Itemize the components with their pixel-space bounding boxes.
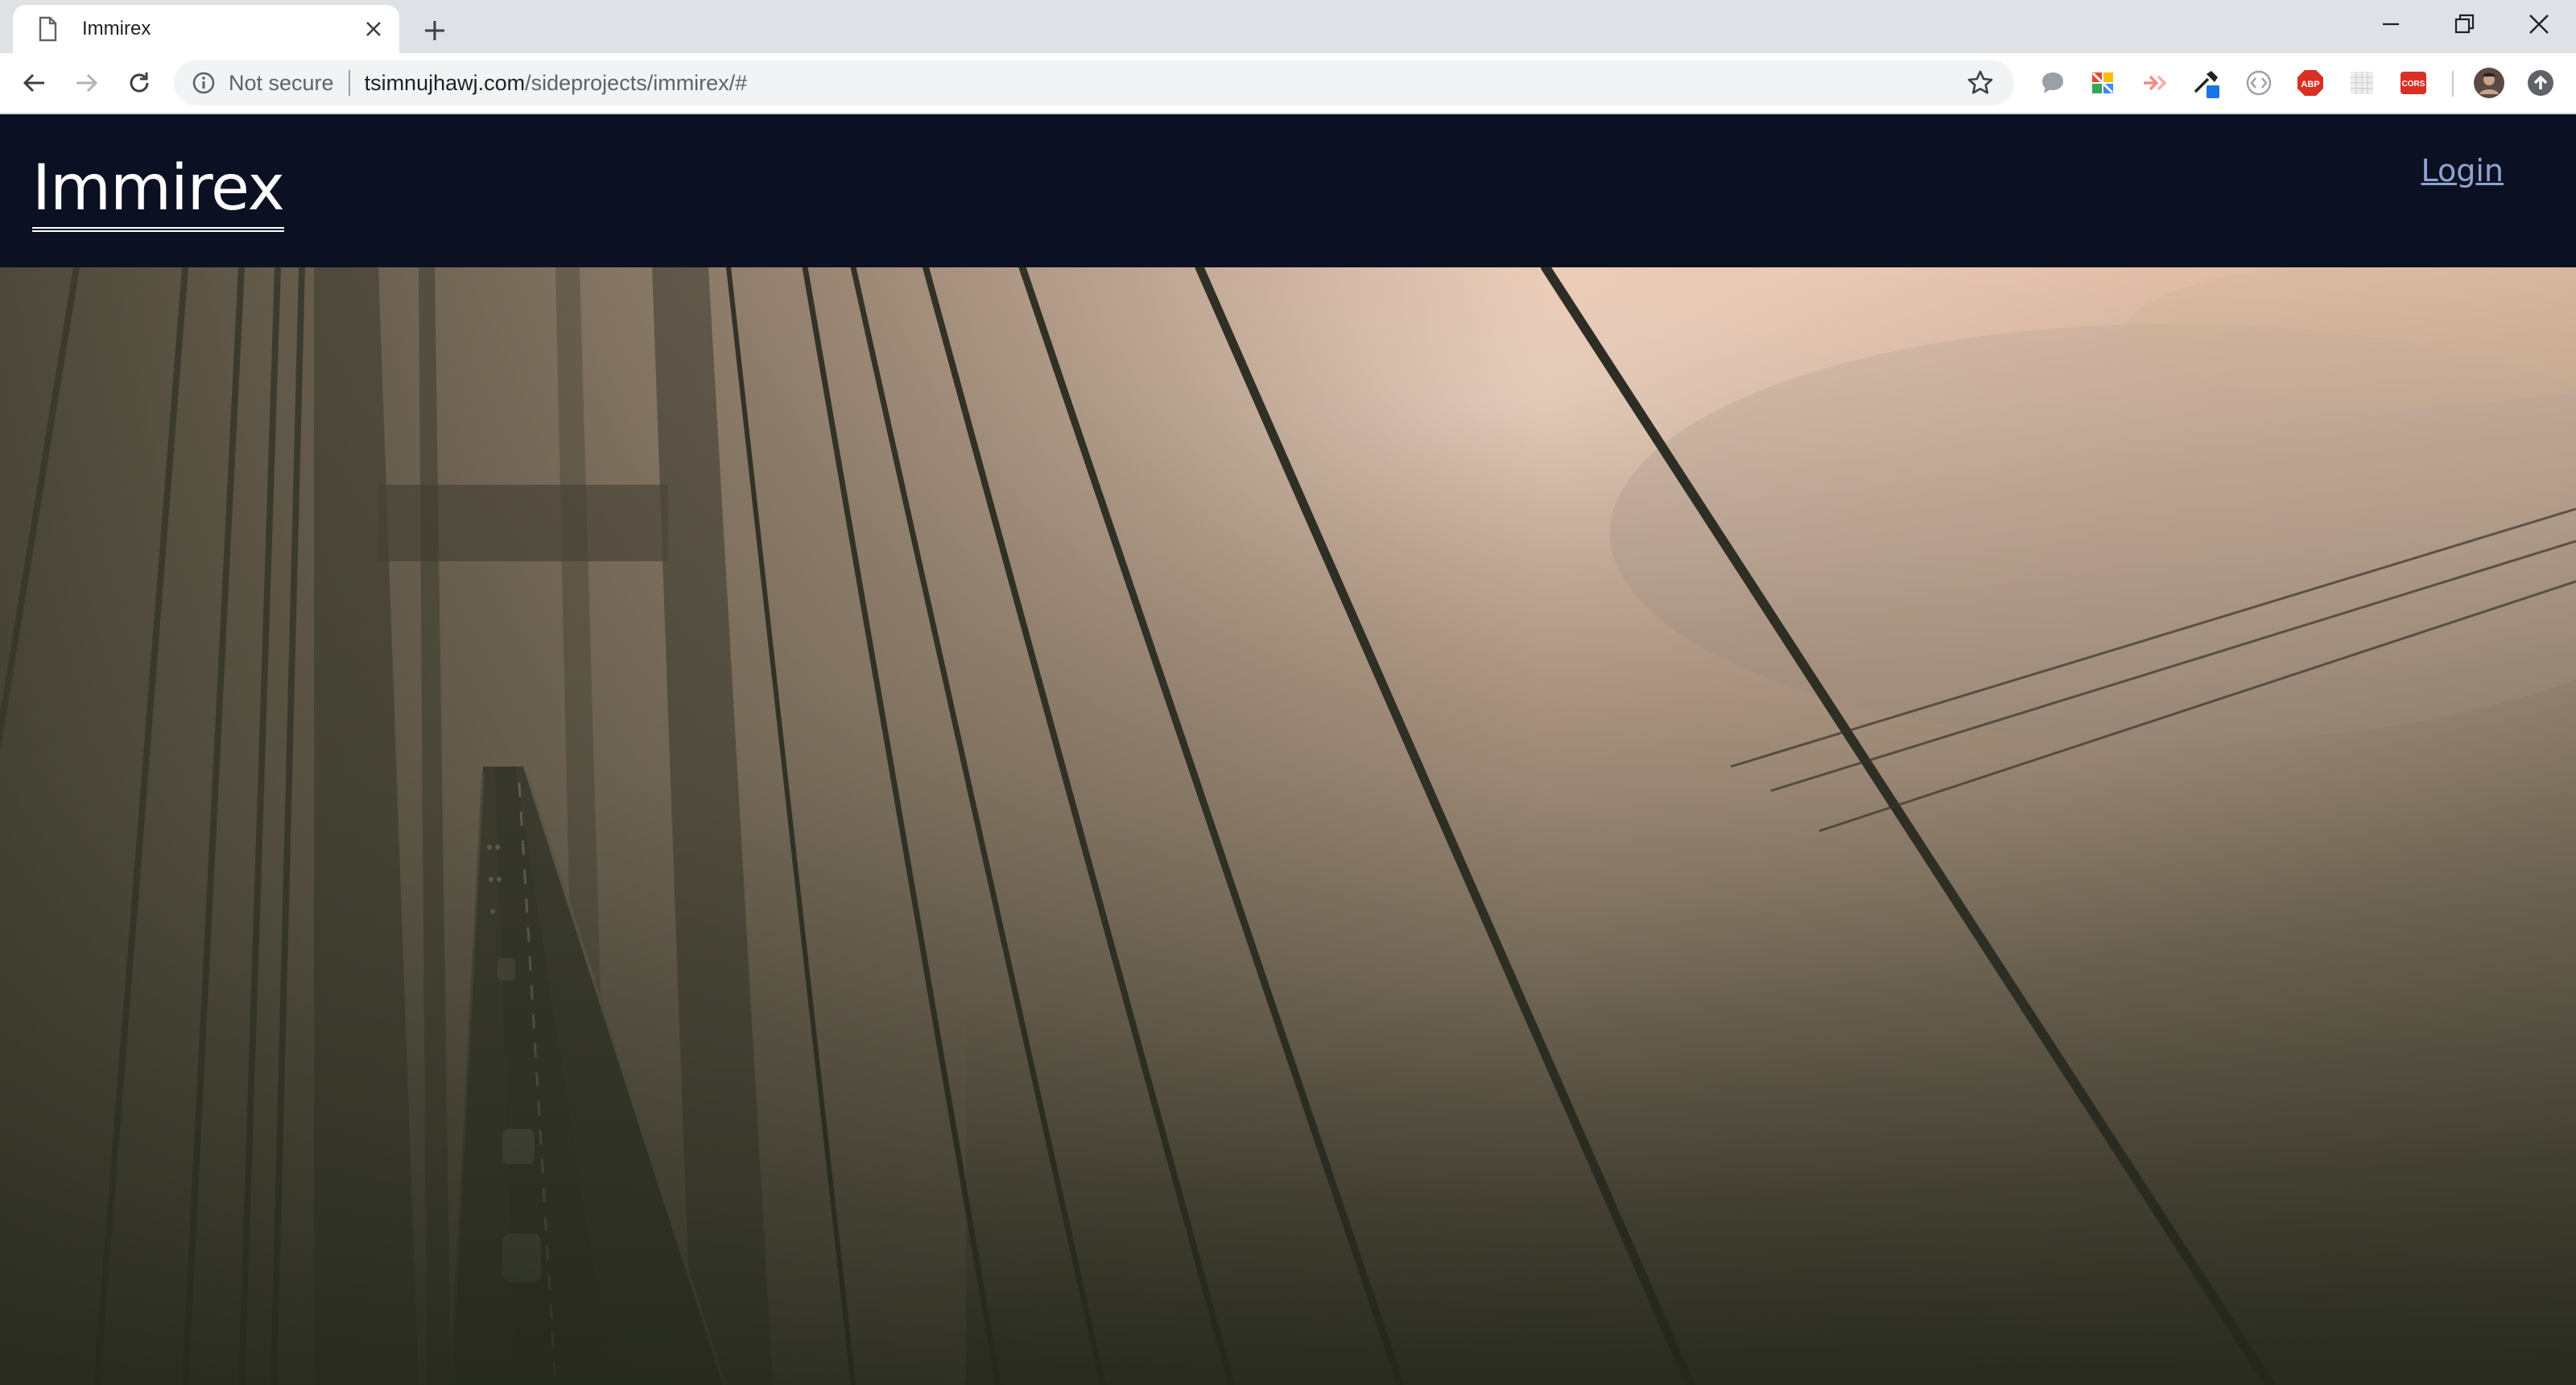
update-arrow-icon[interactable] [2524,67,2557,99]
colored-squares-icon[interactable] [2087,67,2119,99]
brand-link[interactable]: Immirex [32,150,285,232]
bridge-photo [0,267,2576,1385]
browser-tab-strip: Immirex [0,0,2576,53]
page-icon [34,15,61,43]
window-controls [2354,0,2576,48]
eyedropper-icon[interactable] [2190,67,2222,99]
reload-icon[interactable] [119,63,159,103]
grid-icon[interactable] [2346,67,2378,99]
cors-label: CORS [2402,80,2425,89]
abp-label: ABP [2301,80,2319,89]
cors-icon[interactable]: CORS [2397,67,2429,99]
address-separator [348,70,350,96]
code-brackets-icon[interactable] [2243,67,2275,99]
restore-icon[interactable] [2428,0,2502,48]
hero-image [0,267,2576,1385]
speech-bubble-icon[interactable] [2037,67,2069,99]
tab-title: Immirex [82,18,151,39]
extension-divider [2452,71,2454,97]
browser-toolbar: Not secure tsimnujhawj.com/sideprojects/… [0,53,2576,114]
avatar-icon[interactable] [2473,67,2505,99]
abp-icon[interactable]: ABP [2294,67,2326,99]
address-bar[interactable]: Not secure tsimnujhawj.com/sideprojects/… [174,60,2014,105]
security-label[interactable]: Not secure [229,71,334,96]
window-close-icon[interactable] [2502,0,2576,48]
new-tab-plus-icon[interactable] [415,11,454,50]
info-icon[interactable] [190,69,217,97]
browser-tab[interactable]: Immirex [13,5,399,53]
tab-close-icon[interactable] [359,14,388,43]
forward-arrow-icon[interactable] [66,63,106,103]
login-link[interactable]: Login [2421,153,2504,188]
url-text[interactable]: tsimnujhawj.com/sideprojects/immirex/# [365,71,748,96]
star-icon[interactable] [1966,68,1995,97]
url-path: /sideprojects/immirex/# [525,70,748,95]
back-arrow-icon[interactable] [14,63,55,103]
site-header: Immirex Login [0,114,2576,267]
minimize-icon[interactable] [2354,0,2428,48]
url-domain: tsimnujhawj.com [364,70,526,95]
arrow-extension-icon[interactable] [2138,67,2170,99]
